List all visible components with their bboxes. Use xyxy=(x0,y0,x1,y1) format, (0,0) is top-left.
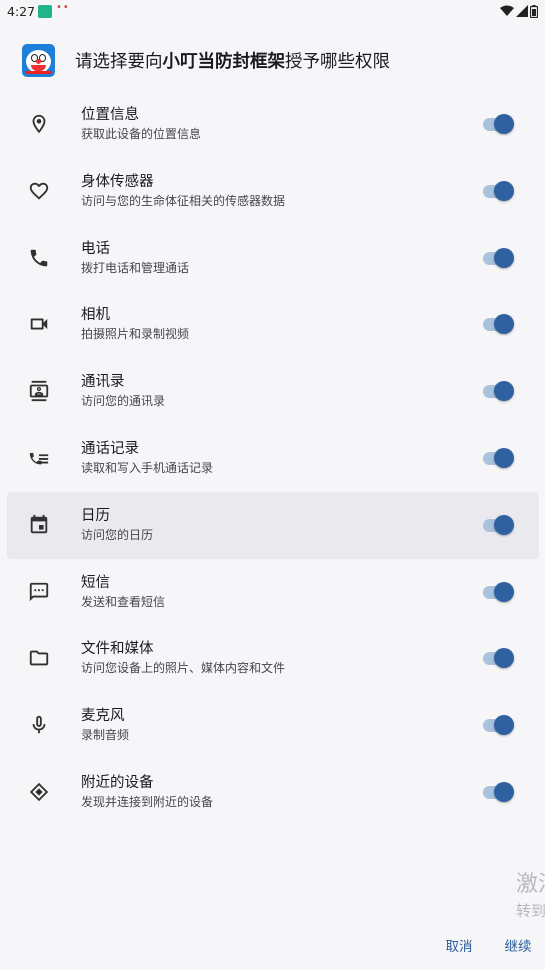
permission-title: 身体传感器 xyxy=(81,173,154,190)
battery-icon xyxy=(530,4,538,18)
permission-description: 访问与您的生命体征相关的传感器数据 xyxy=(81,193,286,208)
phone-icon xyxy=(28,247,50,269)
call-log-icon xyxy=(28,447,50,469)
app-icon xyxy=(22,43,55,77)
permission-toggle[interactable] xyxy=(483,247,515,269)
permission-item-sms[interactable]: 短信 发送和查看短信 xyxy=(7,559,539,626)
camera-icon xyxy=(28,313,50,335)
permission-description: 读取和写入手机通话记录 xyxy=(81,460,214,475)
permission-description: 录制音频 xyxy=(81,728,130,743)
permission-toggle[interactable] xyxy=(483,781,515,803)
permission-toggle[interactable] xyxy=(483,180,515,202)
permission-title: 通话记录 xyxy=(81,440,139,457)
heart-icon xyxy=(28,180,50,202)
status-bar: 4:27 •• xyxy=(0,0,545,24)
permission-title: 短信 xyxy=(81,574,110,591)
permission-toggle[interactable] xyxy=(483,514,515,536)
permission-title: 相机 xyxy=(81,307,110,324)
permission-toggle[interactable] xyxy=(483,447,515,469)
permission-description: 拨打电话和管理通话 xyxy=(81,260,190,275)
permission-description: 访问您的通讯录 xyxy=(81,394,166,409)
permission-title: 日历 xyxy=(81,507,110,524)
watermark-line1: 激活 xyxy=(516,872,545,897)
permission-item-call-log[interactable]: 通话记录 读取和写入手机通话记录 xyxy=(7,425,539,492)
location-icon xyxy=(28,113,50,135)
permission-description: 获取此设备的位置信息 xyxy=(81,127,202,141)
permission-title: 文件和媒体 xyxy=(81,641,154,658)
permission-toggle[interactable] xyxy=(483,113,515,135)
permission-toggle[interactable] xyxy=(483,380,515,402)
notification-dots: •• xyxy=(56,2,70,13)
permission-item-files-media[interactable]: 文件和媒体 访问您设备上的照片、媒体内容和文件 xyxy=(7,625,539,692)
permission-toggle[interactable] xyxy=(483,313,515,335)
permission-title: 位置信息 xyxy=(81,107,139,123)
permission-description: 发送和查看短信 xyxy=(81,594,166,609)
title-app-name: 小叮当防封框架 xyxy=(162,51,286,72)
permission-screen: 4:27 •• 请选择要向小叮当防封框架授予哪些权限 位置信息 获取此设备的位置… xyxy=(0,0,545,970)
cancel-button[interactable]: 取消 xyxy=(440,930,478,964)
permission-item-location[interactable]: 位置信息 获取此设备的位置信息 xyxy=(7,91,539,158)
dialog-header: 请选择要向小叮当防封框架授予哪些权限 xyxy=(22,42,532,78)
calendar-icon xyxy=(28,514,50,536)
title-prefix: 请选择要向 xyxy=(75,51,163,72)
permission-toggle[interactable] xyxy=(483,714,515,736)
microphone-icon xyxy=(28,714,50,736)
permission-description: 拍摄照片和录制视频 xyxy=(81,327,190,342)
permission-description: 访问您设备上的照片、媒体内容和文件 xyxy=(81,661,286,676)
folder-icon xyxy=(28,647,50,669)
permission-item-body-sensors[interactable]: 身体传感器 访问与您的生命体征相关的传感器数据 xyxy=(7,158,539,225)
permission-title: 电话 xyxy=(81,240,110,257)
title-suffix: 授予哪些权限 xyxy=(285,51,390,72)
permission-title: 附近的设备 xyxy=(81,774,154,791)
permission-item-microphone[interactable]: 麦克风 录制音频 xyxy=(7,692,539,759)
permission-toggle[interactable] xyxy=(483,581,515,603)
permission-title: 通讯录 xyxy=(81,374,125,391)
nearby-devices-icon xyxy=(28,781,50,803)
status-time: 4:27 xyxy=(7,4,36,19)
contacts-icon xyxy=(28,380,50,402)
permission-item-contacts[interactable]: 通讯录 访问您的通讯录 xyxy=(7,358,539,425)
watermark-line2: 转到 xyxy=(516,902,545,920)
permission-list: 位置信息 获取此设备的位置信息 身体传感器 访问与您的生命体征相关的传感器数据 … xyxy=(7,91,539,826)
permission-item-calendar[interactable]: 日历 访问您的日历 xyxy=(7,491,539,559)
permission-title: 麦克风 xyxy=(81,708,125,725)
continue-button[interactable]: 继续 xyxy=(499,930,537,964)
activation-watermark: 激活 转到 xyxy=(516,866,545,926)
permission-item-phone[interactable]: 电话 拨打电话和管理通话 xyxy=(7,225,539,292)
signal-icon xyxy=(516,5,528,17)
permission-toggle[interactable] xyxy=(483,647,515,669)
permission-description: 访问您的日历 xyxy=(81,527,154,542)
wifi-icon xyxy=(500,5,514,16)
dialog-title: 请选择要向小叮当防封框架授予哪些权限 xyxy=(75,48,390,73)
permission-item-nearby-devices[interactable]: 附近的设备 发现并连接到附近的设备 xyxy=(7,759,539,826)
permission-description: 发现并连接到附近的设备 xyxy=(81,794,214,809)
dialog-footer: 取消 继续 xyxy=(0,930,545,964)
sms-icon xyxy=(28,581,50,603)
permission-item-camera[interactable]: 相机 拍摄照片和录制视频 xyxy=(7,291,539,358)
notification-app-icon xyxy=(38,5,52,18)
status-icons xyxy=(500,3,538,19)
